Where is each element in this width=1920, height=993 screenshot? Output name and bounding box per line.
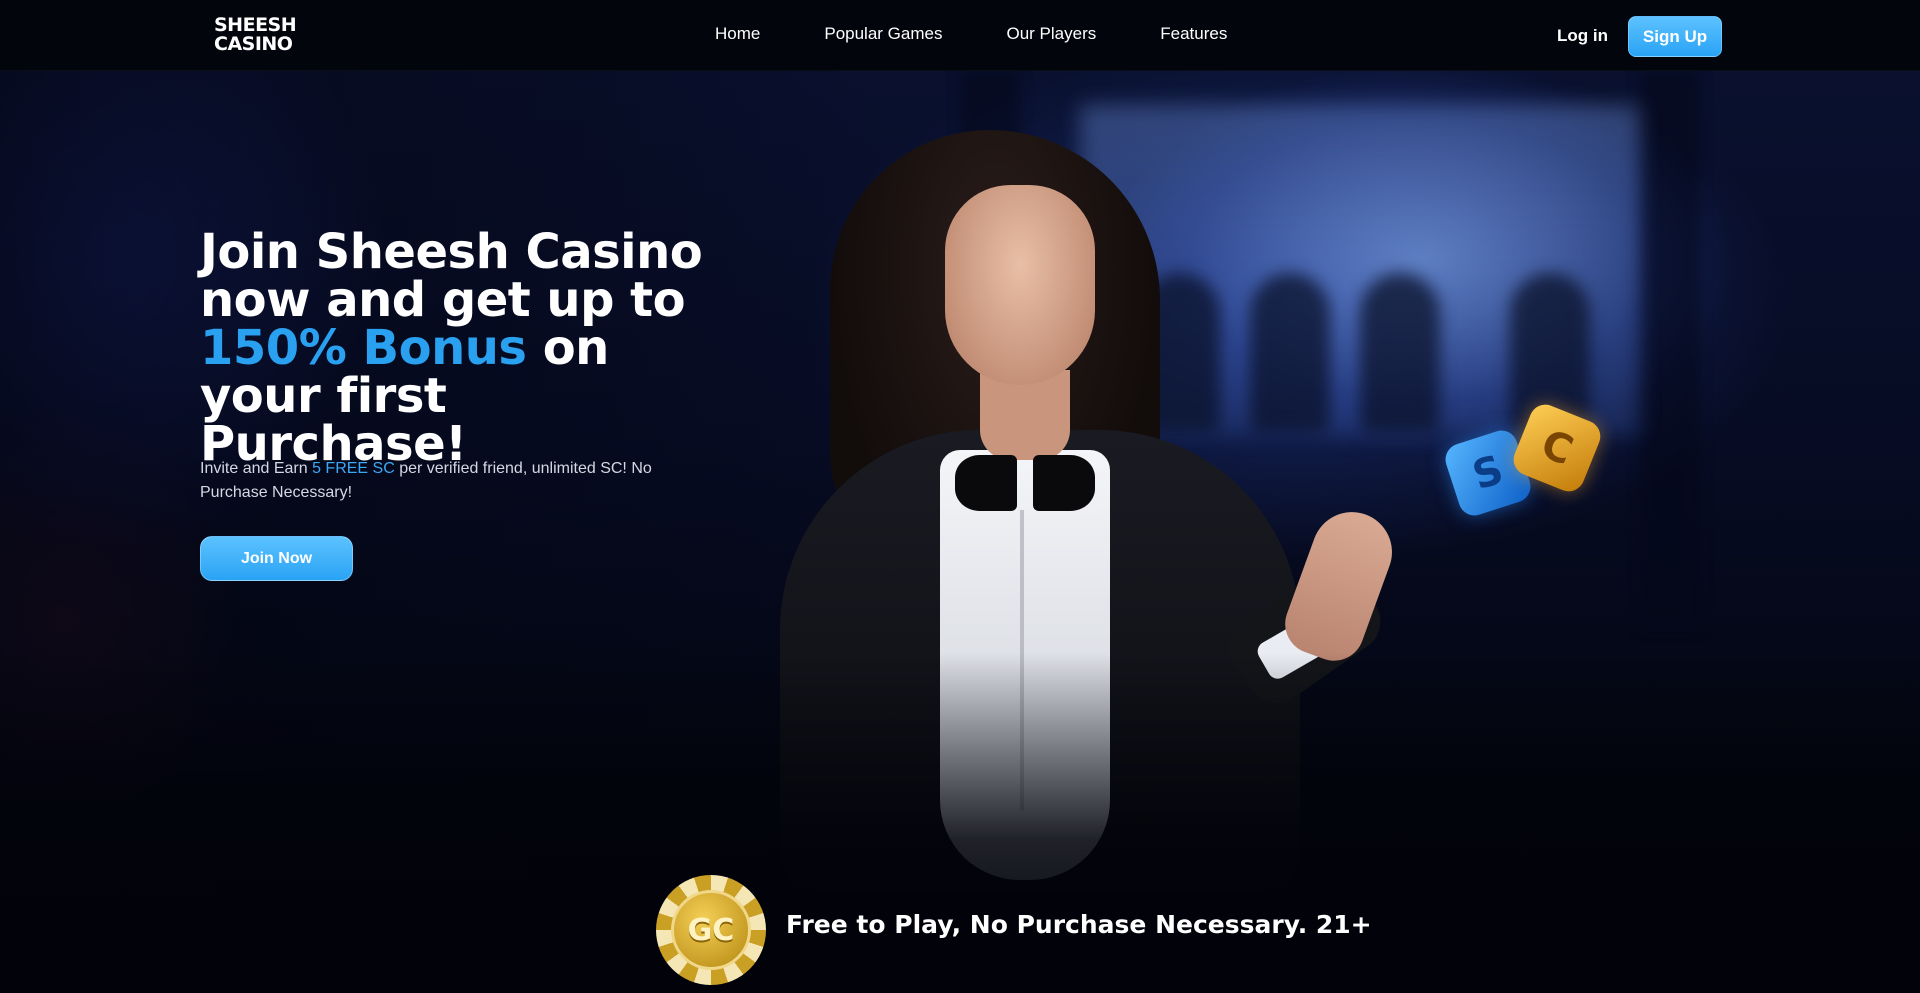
chip-label: GC bbox=[671, 890, 751, 970]
nav-link-our-players[interactable]: Our Players bbox=[1006, 24, 1096, 44]
dealer-bowtie bbox=[955, 455, 1095, 511]
nav-link-popular-games[interactable]: Popular Games bbox=[824, 24, 942, 44]
headline-text-1: Join Sheesh Casino now and get up to bbox=[200, 224, 703, 328]
top-nav: SHEESH CASINO Home Popular Games Our Pla… bbox=[0, 0, 1920, 71]
login-link[interactable]: Log in bbox=[1557, 26, 1608, 46]
subtext-free-sc-highlight: 5 FREE SC bbox=[312, 460, 395, 477]
sheesh-casino-logo[interactable]: SHEESH CASINO bbox=[214, 16, 304, 56]
background-fade-bottom bbox=[0, 653, 1920, 993]
nav-link-home[interactable]: Home bbox=[715, 24, 760, 44]
join-now-button[interactable]: Join Now bbox=[200, 536, 353, 581]
background-pillar bbox=[1640, 70, 1700, 630]
hero-subtext: Invite and Earn 5 FREE SC per verified f… bbox=[200, 457, 700, 505]
free-to-play-disclaimer: Free to Play, No Purchase Necessary. 21+ bbox=[786, 910, 1372, 939]
nav-links: Home Popular Games Our Players Features bbox=[715, 24, 1227, 44]
signup-button[interactable]: Sign Up bbox=[1628, 16, 1722, 57]
logo-line-2: CASINO bbox=[214, 33, 293, 55]
dealer-face bbox=[945, 185, 1095, 385]
nav-link-features[interactable]: Features bbox=[1160, 24, 1227, 44]
hero-headline: Join Sheesh Casino now and get up to 150… bbox=[200, 228, 720, 468]
gold-coin-chip-icon: GC bbox=[656, 875, 766, 985]
subtext-part-1: Invite and Earn bbox=[200, 460, 313, 477]
